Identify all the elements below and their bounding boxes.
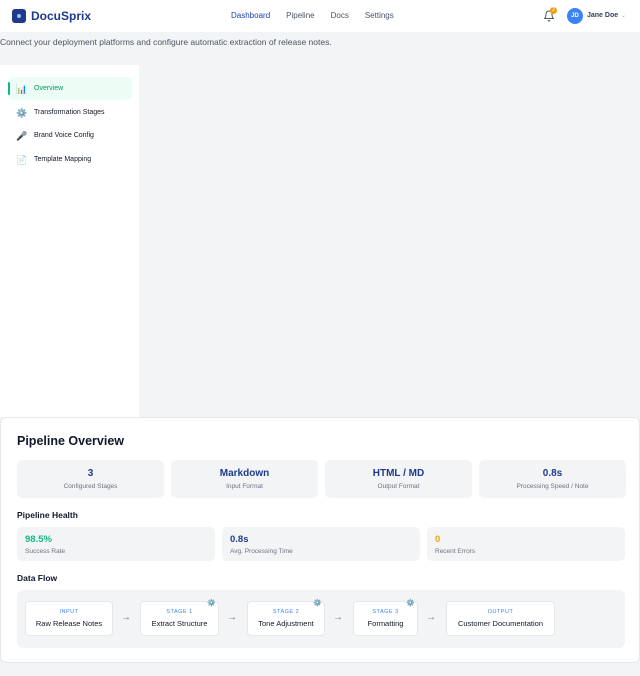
- stat-processing-speed: 0.8s Processing Speed / Note: [479, 460, 626, 498]
- flow-arrow-icon: →: [426, 612, 436, 623]
- main-nav: Dashboard Pipeline Docs Settings: [231, 11, 410, 21]
- node-kicker: INPUT: [59, 609, 79, 615]
- stat-label: Configured Stages: [63, 483, 118, 490]
- gear-icon: ⚙️: [16, 107, 28, 118]
- node-title: Raw Release Notes: [35, 619, 103, 628]
- flow-node-stage-2[interactable]: ⚙️ STAGE 2 Tone Adjustment: [247, 600, 325, 636]
- node-kicker: STAGE 3: [372, 609, 399, 615]
- data-flow-title: Data Flow: [17, 573, 58, 583]
- node-title: Extract Structure: [151, 619, 208, 628]
- stat-label: Processing Speed / Note: [516, 483, 589, 490]
- health-value: 0: [435, 534, 441, 545]
- flow-arrow-icon: →: [227, 612, 237, 623]
- chevron-down-icon[interactable]: ⌄: [621, 12, 626, 20]
- stat-value: 3: [87, 468, 94, 479]
- sidebar-item-label: Overview: [34, 85, 64, 92]
- sidebar: 📊 Overview ⚙️ Transformation Stages 🎤 Br…: [0, 65, 139, 417]
- stat-value: Markdown: [219, 468, 270, 479]
- health-avg-processing-time: 0.8s Avg. Processing Time: [222, 527, 420, 561]
- notification-badge: 2: [550, 7, 557, 14]
- health-recent-errors: 0 Recent Errors: [427, 527, 625, 561]
- flow-arrow-icon: →: [121, 612, 131, 623]
- health-success-rate: 98.5% Success Rate: [17, 527, 215, 561]
- brand-logo-icon: [12, 9, 26, 23]
- flow-node-stage-1[interactable]: ⚙️ STAGE 1 Extract Structure: [140, 600, 219, 636]
- sidebar-item-template-mapping[interactable]: 📄 Template Mapping: [8, 148, 132, 171]
- node-kicker: STAGE 1: [166, 609, 193, 615]
- page-subtitle: Connect your deployment platforms and co…: [0, 37, 332, 47]
- stat-value: HTML / MD: [372, 468, 425, 479]
- top-bar: DocuSprix Dashboard Pipeline Docs Settin…: [0, 0, 640, 32]
- user-name[interactable]: Jane Doe: [587, 12, 618, 19]
- node-title: Tone Adjustment: [258, 619, 314, 628]
- microphone-icon: 🎤: [16, 130, 28, 141]
- data-flow-diagram: INPUT Raw Release Notes → ⚙️ STAGE 1 Ext…: [17, 590, 625, 648]
- gear-icon[interactable]: ⚙️: [406, 600, 415, 608]
- node-title: Customer Documentation: [457, 619, 544, 628]
- flow-node-output[interactable]: OUTPUT Customer Documentation: [446, 601, 555, 636]
- card-title: Pipeline Overview: [17, 434, 124, 448]
- brand-name: DocuSprix: [31, 9, 92, 23]
- node-kicker: OUTPUT: [487, 609, 514, 615]
- health-label: Success Rate: [25, 548, 66, 555]
- nav-dashboard[interactable]: Dashboard: [231, 11, 270, 21]
- bar-chart-icon: 📊: [16, 83, 28, 94]
- nav-docs[interactable]: Docs: [331, 11, 349, 21]
- pipeline-health-title: Pipeline Health: [17, 510, 78, 520]
- pipeline-overview-card: Pipeline Overview 3 Configured Stages Ma…: [0, 417, 640, 663]
- flow-node-input[interactable]: INPUT Raw Release Notes: [25, 601, 113, 636]
- gear-icon[interactable]: ⚙️: [313, 600, 322, 608]
- stat-label: Input Format: [226, 483, 263, 490]
- active-indicator: [8, 82, 10, 95]
- stat-value: 0.8s: [542, 468, 563, 479]
- health-label: Avg. Processing Time: [230, 548, 293, 555]
- document-icon: 📄: [16, 154, 28, 165]
- nav-settings[interactable]: Settings: [365, 11, 394, 21]
- health-value: 98.5%: [25, 534, 52, 545]
- health-label: Recent Errors: [435, 548, 476, 555]
- node-kicker: STAGE 2: [272, 609, 300, 615]
- flow-arrow-icon: →: [333, 612, 343, 623]
- brand[interactable]: DocuSprix: [12, 8, 91, 24]
- stat-configured-stages: 3 Configured Stages: [17, 460, 164, 498]
- sidebar-item-label: Transformation Stages: [34, 109, 105, 116]
- node-title: Formatting: [367, 619, 404, 628]
- health-value: 0.8s: [230, 534, 249, 545]
- sidebar-item-transformation-stages[interactable]: ⚙️ Transformation Stages: [8, 101, 132, 124]
- stat-output-format: HTML / MD Output Format: [325, 460, 472, 498]
- stat-input-format: Markdown Input Format: [171, 460, 318, 498]
- sidebar-item-brand-voice-config[interactable]: 🎤 Brand Voice Config: [8, 124, 132, 147]
- sidebar-item-label: Brand Voice Config: [34, 132, 94, 139]
- sidebar-item-label: Template Mapping: [34, 156, 92, 163]
- gear-icon[interactable]: ⚙️: [207, 600, 216, 608]
- avatar[interactable]: JD: [567, 8, 583, 24]
- nav-pipeline[interactable]: Pipeline: [286, 11, 314, 21]
- sidebar-item-overview[interactable]: 📊 Overview: [8, 77, 132, 100]
- flow-node-stage-3[interactable]: ⚙️ STAGE 3 Formatting: [353, 600, 418, 636]
- stat-label: Output Format: [377, 483, 420, 490]
